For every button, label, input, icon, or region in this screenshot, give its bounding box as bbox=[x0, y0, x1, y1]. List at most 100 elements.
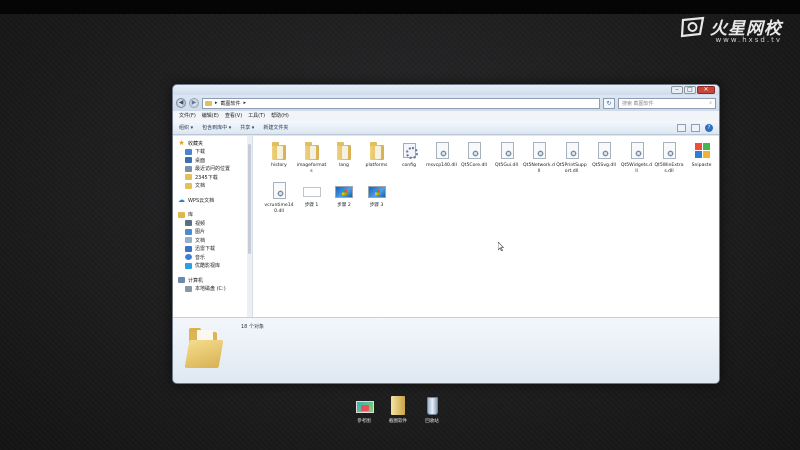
file-item[interactable]: msvcp140.dll bbox=[426, 141, 458, 181]
breadcrumb-separator: ▸ bbox=[215, 100, 218, 106]
close-button[interactable]: ✕ bbox=[697, 86, 715, 94]
file-item[interactable]: Qt5Network.dll bbox=[523, 141, 555, 181]
nav-libraries[interactable]: 库 bbox=[173, 211, 252, 220]
forward-button[interactable]: ▶ bbox=[189, 98, 199, 108]
share-button[interactable]: 共享 ▾ bbox=[240, 124, 254, 131]
computer-icon bbox=[178, 277, 185, 284]
preview-pane-icon[interactable] bbox=[691, 123, 700, 132]
nav-computer[interactable]: 计算机 bbox=[173, 276, 252, 285]
file-name: 步骤 1 bbox=[304, 203, 319, 208]
minimize-button[interactable]: – bbox=[671, 86, 683, 94]
nav-item-2345-downloads[interactable]: 2345下载 bbox=[173, 173, 252, 182]
dll-file-icon bbox=[595, 141, 613, 161]
dll-file-icon bbox=[465, 141, 483, 161]
shortcut-screenshot-folder[interactable]: 截图软件 bbox=[386, 396, 410, 430]
file-name: 步骤 2 bbox=[337, 203, 351, 208]
folder-icon bbox=[270, 141, 288, 161]
recycle-bin-icon bbox=[424, 396, 440, 416]
nav-item-youku[interactable]: 优酷影视库 bbox=[173, 262, 252, 271]
desktop-shortcuts: 参考图 截图软件 回收站 bbox=[348, 396, 448, 430]
view-options-icon[interactable] bbox=[677, 123, 686, 132]
nav-item-music[interactable]: 音乐 bbox=[173, 253, 252, 262]
file-name: 步骤 3 bbox=[369, 203, 384, 208]
nav-item-local-disk-c[interactable]: 本地磁盘 (C:) bbox=[173, 285, 252, 294]
nav-item-recent[interactable]: 最近访问的位置 bbox=[173, 165, 252, 174]
file-name: platforms bbox=[365, 163, 388, 168]
help-icon[interactable]: ? bbox=[705, 123, 713, 132]
refresh-button[interactable]: ↻ bbox=[603, 97, 615, 109]
menu-file[interactable]: 文件(F) bbox=[179, 112, 196, 120]
nav-item-desktop[interactable]: 桌面 bbox=[173, 156, 252, 165]
nav-wps-cloud[interactable]: ☁ WPS云文档 bbox=[173, 196, 252, 205]
nav-label: 收藏夹 bbox=[188, 140, 204, 147]
file-item[interactable]: Snipaste bbox=[686, 141, 718, 181]
folder-icon bbox=[335, 141, 353, 161]
explorer-window[interactable]: – □ ✕ ◀ ▶ ▸ 截图软件 ▸ ↻ 搜索 截图软件 ⌕ 文件(F) 编辑(… bbox=[172, 84, 720, 384]
file-item[interactable]: Qt5Gui.dll bbox=[491, 141, 523, 181]
file-item[interactable]: Qt5WinExtras.dll bbox=[653, 141, 685, 181]
nav-item-thunder[interactable]: 迅雷下载 bbox=[173, 245, 252, 254]
file-item[interactable]: 步骤 1 bbox=[296, 181, 328, 221]
nav-label: 库 bbox=[188, 212, 194, 219]
nav-label: 下载 bbox=[195, 149, 206, 156]
title-bar[interactable]: – □ ✕ bbox=[173, 85, 719, 95]
nav-scrollbar[interactable] bbox=[247, 136, 252, 317]
folder-icon bbox=[185, 182, 192, 189]
shortcut-reference-image[interactable]: 参考图 bbox=[352, 396, 376, 430]
file-item[interactable]: Qt5Widgets.dll bbox=[621, 141, 653, 181]
file-list-area[interactable]: history imageformats lang platforms conf… bbox=[253, 136, 719, 317]
file-item[interactable]: platforms bbox=[361, 141, 393, 181]
folder-icon bbox=[368, 141, 386, 161]
window-body: ★ 收藏夹 下载 桌面 最近访问的位置 2345下载 文档 ☁ WPS云文档 库… bbox=[173, 136, 719, 317]
file-name: Qt5WinExtras.dll bbox=[654, 163, 684, 174]
details-pane: 18 个对象 bbox=[173, 317, 719, 383]
file-item[interactable]: Qt5Core.dll bbox=[458, 141, 490, 181]
nav-item-lib-documents[interactable]: 文档 bbox=[173, 236, 252, 245]
search-input[interactable]: 搜索 截图软件 ⌕ bbox=[618, 97, 716, 109]
file-item[interactable]: history bbox=[263, 141, 295, 181]
maximize-button[interactable]: □ bbox=[684, 86, 696, 94]
nav-scrollbar-thumb[interactable] bbox=[248, 144, 251, 254]
file-item[interactable]: config bbox=[393, 141, 425, 181]
picture-library-icon bbox=[185, 228, 192, 235]
file-name: msvcp140.dll bbox=[426, 163, 457, 168]
back-button[interactable]: ◀ bbox=[176, 98, 186, 108]
folder-icon bbox=[390, 396, 406, 416]
menu-edit[interactable]: 编辑(E) bbox=[202, 112, 219, 120]
file-item[interactable]: Qt5Svg.dll bbox=[588, 141, 620, 181]
nav-label: 本地磁盘 (C:) bbox=[195, 286, 226, 293]
file-item[interactable]: Qt5PrintSupport.dll bbox=[556, 141, 588, 181]
file-item[interactable]: vcruntime140.dll bbox=[263, 181, 295, 221]
file-grid: history imageformats lang platforms conf… bbox=[263, 141, 718, 221]
file-name: Qt5Svg.dll bbox=[592, 163, 616, 168]
image-file-icon bbox=[302, 181, 321, 201]
menu-tools[interactable]: 工具(T) bbox=[248, 112, 265, 120]
file-name: vcruntime140.dll bbox=[264, 203, 294, 214]
organize-button[interactable]: 组织 ▾ bbox=[179, 124, 193, 131]
reference-image-icon bbox=[356, 396, 374, 416]
nav-favorites[interactable]: ★ 收藏夹 bbox=[173, 139, 252, 148]
breadcrumb[interactable]: 截图软件 bbox=[221, 100, 241, 107]
star-icon: ★ bbox=[178, 139, 185, 148]
dll-file-icon bbox=[563, 141, 581, 161]
new-folder-button[interactable]: 新建文件夹 bbox=[263, 124, 288, 131]
nav-label: 优酷影视库 bbox=[195, 263, 221, 270]
menu-view[interactable]: 查看(V) bbox=[225, 112, 242, 120]
file-item[interactable]: 步骤 2 bbox=[328, 181, 360, 221]
include-in-library-button[interactable]: 包含到库中 ▾ bbox=[202, 124, 231, 131]
address-bar[interactable]: ▸ 截图软件 ▸ bbox=[202, 97, 600, 109]
nav-item-pictures[interactable]: 图片 bbox=[173, 228, 252, 237]
shortcut-recycle-bin[interactable]: 回收站 bbox=[420, 396, 444, 430]
top-letterbox bbox=[0, 0, 800, 14]
nav-item-downloads[interactable]: 下载 bbox=[173, 148, 252, 157]
nav-item-documents[interactable]: 文档 bbox=[173, 182, 252, 191]
file-name: imageformats bbox=[296, 163, 327, 174]
image-file-icon bbox=[367, 181, 386, 201]
file-item[interactable]: imageformats bbox=[296, 141, 328, 181]
menu-help[interactable]: 帮助(H) bbox=[271, 112, 289, 120]
file-item[interactable]: 步骤 3 bbox=[361, 181, 393, 221]
nav-item-videos[interactable]: 视频 bbox=[173, 219, 252, 228]
file-item[interactable]: lang bbox=[328, 141, 360, 181]
nav-label: 视频 bbox=[195, 220, 206, 227]
music-library-icon bbox=[185, 254, 192, 261]
